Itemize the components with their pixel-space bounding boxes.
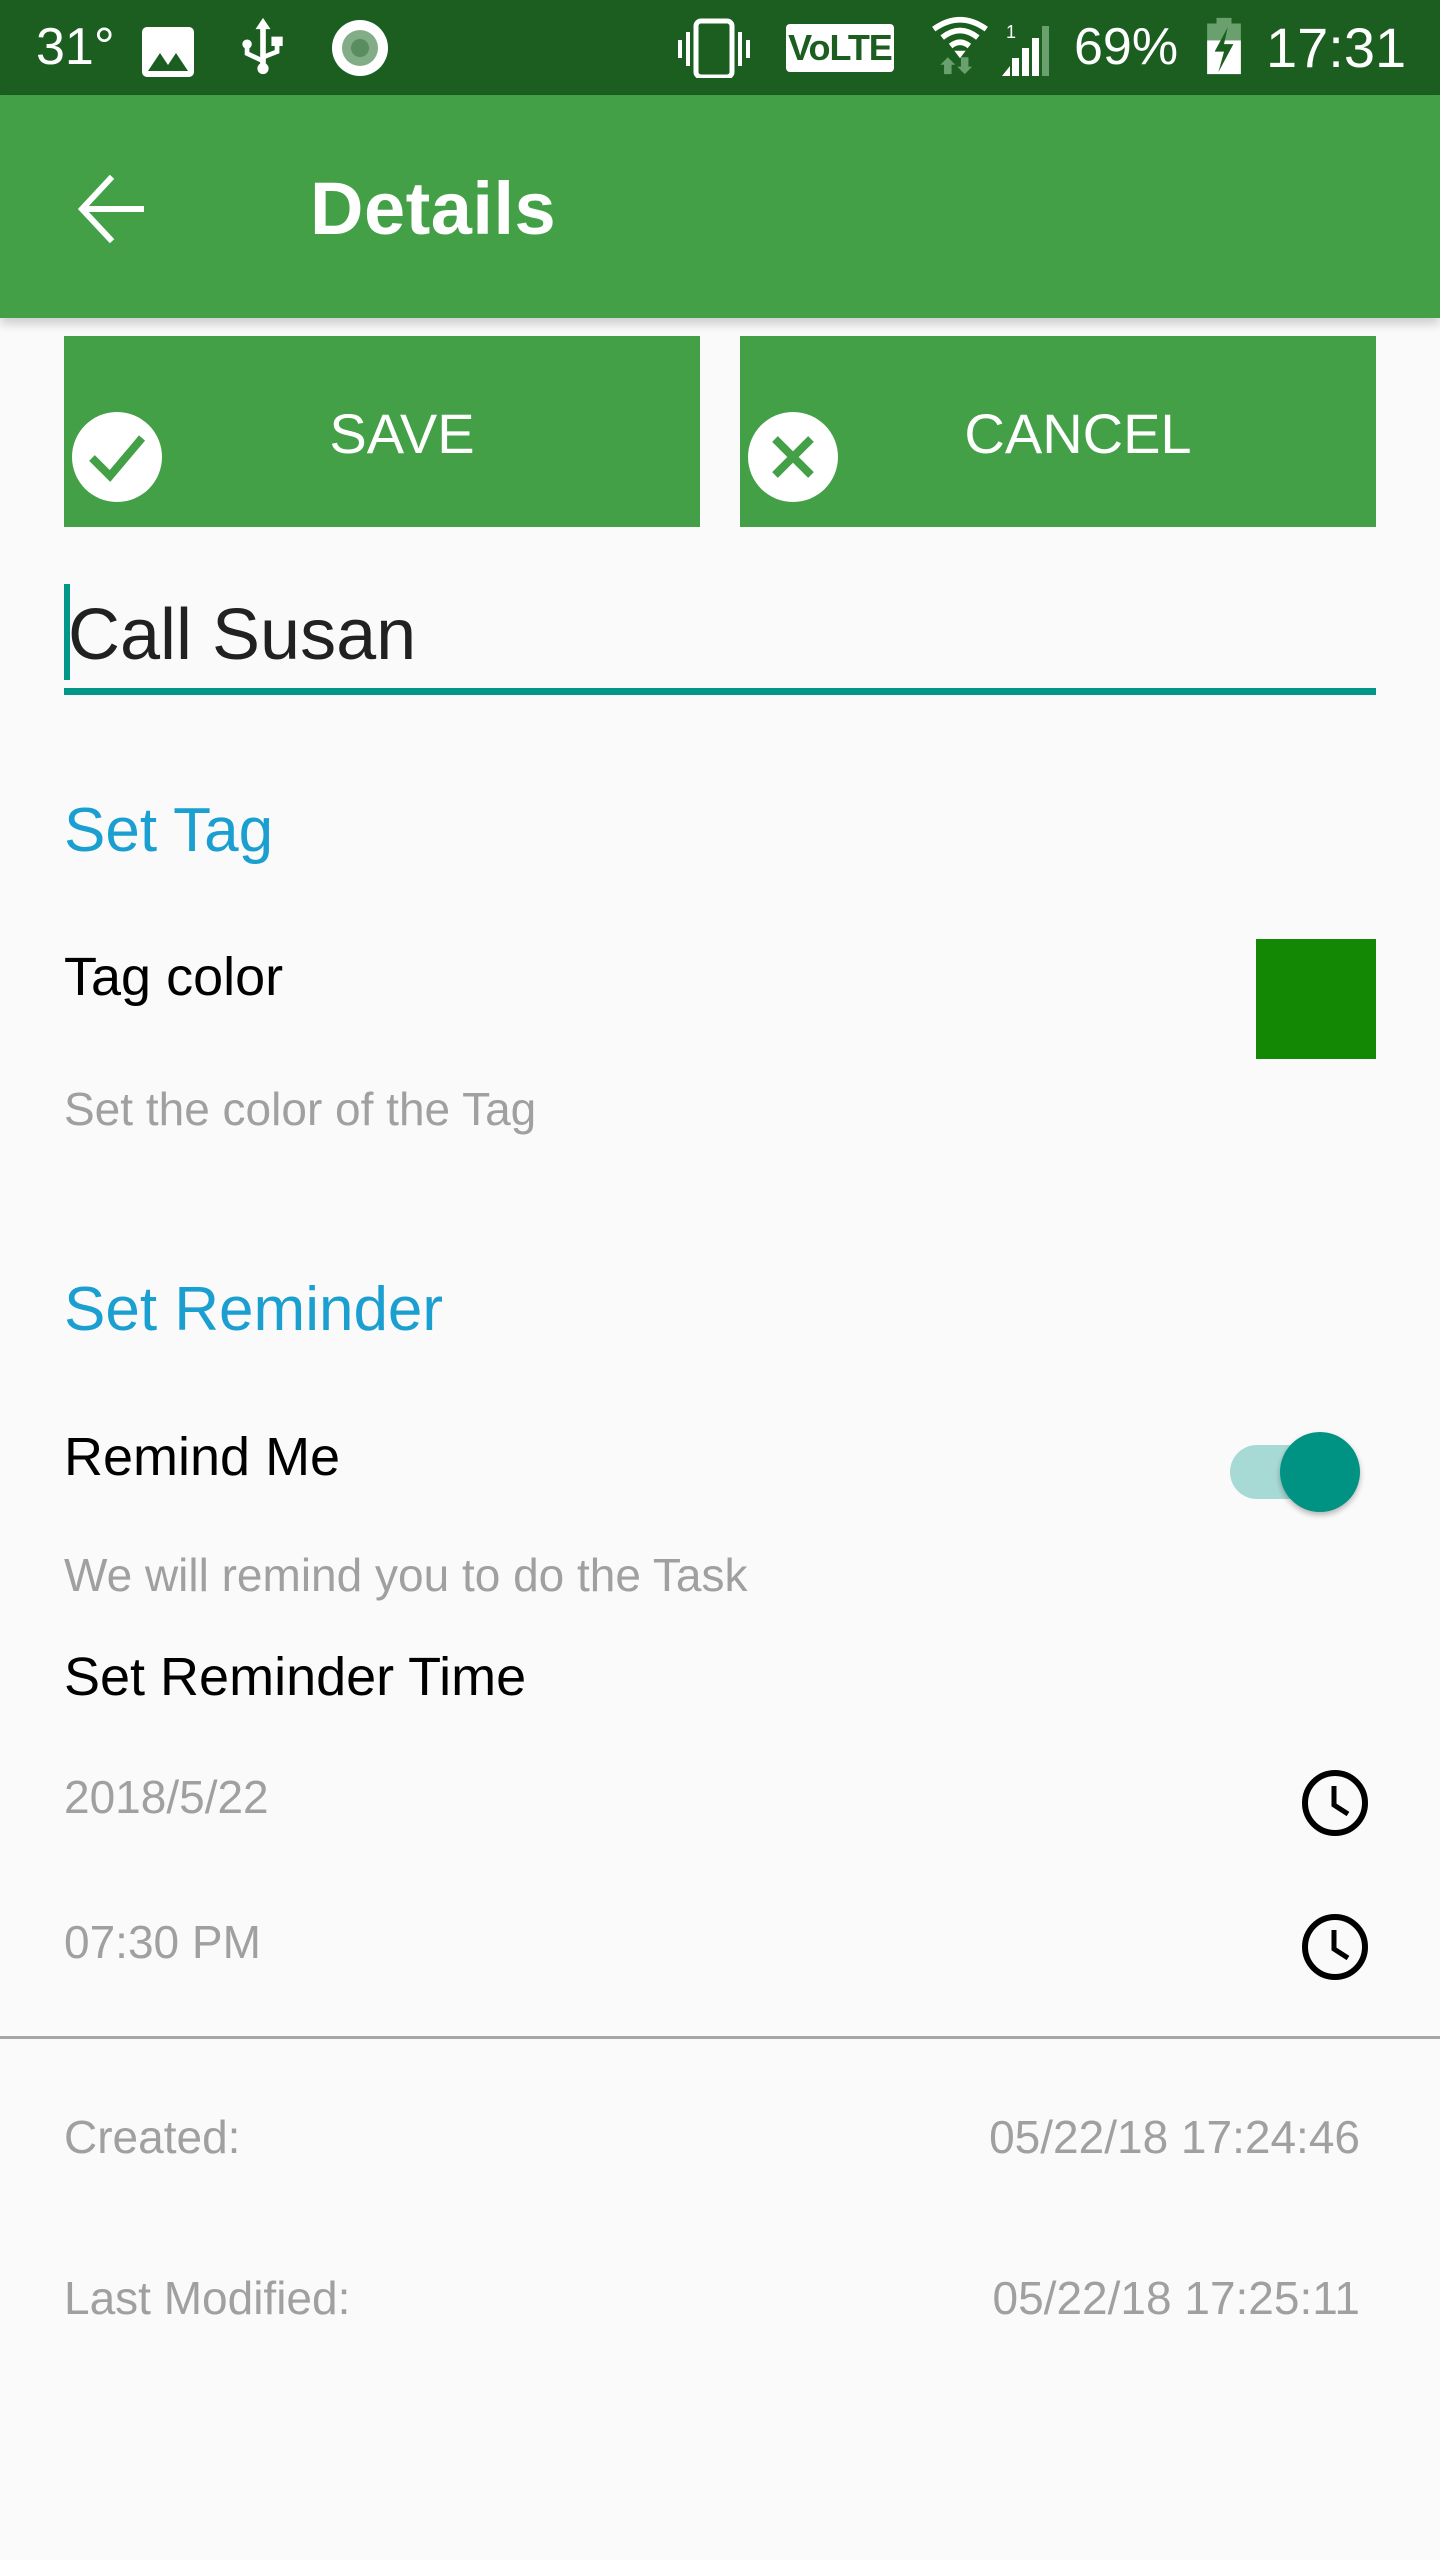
task-title-input[interactable]: [64, 580, 1380, 690]
page-title: Details: [310, 167, 557, 250]
created-value: 05/22/18 17:24:46: [989, 2111, 1360, 2163]
reminder-time-value[interactable]: 07:30 PM: [64, 1915, 261, 1969]
volte-icon: VoLTE: [786, 24, 894, 72]
date-picker-button[interactable]: [1296, 1764, 1374, 1842]
clock-time-text: 17:31: [1266, 16, 1407, 79]
input-underline: [64, 688, 1376, 695]
svg-text:1: 1: [1006, 22, 1016, 42]
tag-color-title: Tag color: [64, 947, 284, 1007]
battery-percent-text: 69%: [1074, 18, 1179, 76]
record-icon: [332, 20, 388, 76]
wifi-icon: [932, 16, 988, 75]
cancel-button[interactable]: CANCEL: [740, 336, 1376, 527]
text-cursor: [64, 584, 70, 680]
remind-me-toggle[interactable]: [1230, 1430, 1370, 1512]
tag-color-swatch[interactable]: [1256, 939, 1376, 1059]
status-bar: 31° VoLTE 1 69% 17:31: [0, 0, 1440, 95]
created-label: Created:: [64, 2111, 241, 2163]
clock-icon: [1302, 1770, 1368, 1836]
arrow-left-icon: [77, 174, 144, 244]
vibrate-icon: [678, 18, 750, 78]
tag-color-summary: Set the color of the Tag: [64, 1083, 537, 1135]
task-title-field: [64, 580, 1380, 698]
set-reminder-heading: Set Reminder: [64, 1275, 444, 1344]
toggle-thumb: [1280, 1432, 1360, 1512]
remind-me-title: Remind Me: [64, 1427, 341, 1487]
set-reminder-time-title: Set Reminder Time: [64, 1647, 527, 1707]
cancel-label: CANCEL: [964, 402, 1192, 465]
divider: [0, 2036, 1440, 2039]
temperature-text: 31°: [36, 18, 115, 76]
back-button[interactable]: [60, 155, 164, 259]
image-notification-icon: [142, 27, 194, 77]
last-modified-label: Last Modified:: [64, 2272, 351, 2324]
clock-icon: [1302, 1914, 1368, 1980]
last-modified-value: 05/22/18 17:25:11: [992, 2272, 1360, 2324]
volte-label: VoLTE: [788, 27, 893, 68]
set-tag-heading: Set Tag: [64, 796, 274, 865]
time-picker-button[interactable]: [1296, 1908, 1374, 1986]
battery-charging-icon: [1207, 17, 1241, 75]
reminder-date-value[interactable]: 2018/5/22: [64, 1770, 269, 1824]
signal-icon: 1: [1002, 22, 1049, 76]
remind-me-summary: We will remind you to do the Task: [64, 1549, 748, 1601]
save-label: SAVE: [329, 402, 475, 465]
usb-icon: [242, 17, 283, 75]
save-button[interactable]: SAVE: [64, 336, 700, 527]
app-bar: Details: [0, 95, 1440, 318]
